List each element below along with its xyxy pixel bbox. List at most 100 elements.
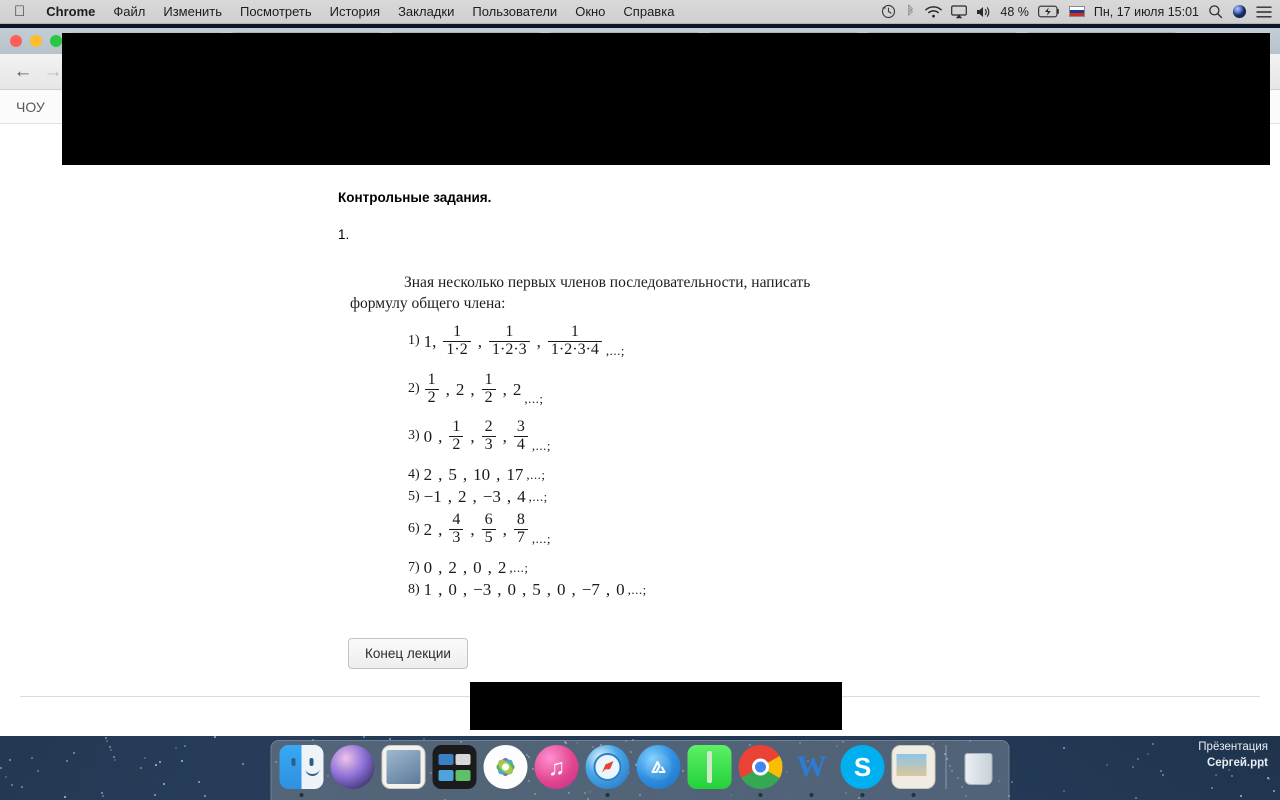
app-store-icon	[636, 745, 681, 789]
sequence-item: 3) 0, 1 2, 2 3, 3 4,...;	[408, 418, 551, 454]
trash-icon	[957, 745, 1001, 789]
fraction-denominator: 2	[449, 435, 464, 454]
wallpaper-star	[101, 795, 104, 798]
battery-percent-label: 48 %	[1000, 4, 1029, 19]
sequence-ellipsis: ,...;	[524, 390, 544, 406]
sequence-term: ,	[502, 519, 507, 539]
wifi-icon[interactable]	[925, 5, 943, 19]
wallpaper-star	[1147, 752, 1150, 755]
minimize-window-button[interactable]	[30, 35, 42, 47]
sequence-term: 2	[497, 558, 507, 577]
dock-item-archiver[interactable]	[687, 745, 732, 789]
end-lecture-button[interactable]: Конец лекции	[348, 638, 468, 669]
wallpaper-star	[1011, 781, 1014, 784]
sequence-term: 5	[532, 580, 541, 599]
sequence-ellipsis: ,...;	[605, 342, 626, 358]
dock-item-siri[interactable]	[330, 745, 375, 789]
menu-bar-clock[interactable]: Пн, 17 июля 15:01	[1094, 5, 1199, 19]
archive-utility-icon	[687, 745, 732, 789]
back-arrow-icon[interactable]: ←	[8, 62, 38, 81]
close-window-button[interactable]	[10, 35, 22, 47]
wallpaper-star	[1131, 766, 1134, 769]
bluetooth-icon[interactable]	[905, 4, 916, 19]
dock-item-app-store[interactable]	[636, 745, 681, 789]
dock-item-word[interactable]: W	[790, 745, 834, 797]
dock-item-itunes[interactable]: ♫	[534, 745, 579, 789]
maximize-window-button[interactable]	[50, 35, 62, 47]
time-machine-icon[interactable]	[881, 4, 896, 19]
fraction-numerator: 1	[452, 418, 461, 435]
sequence-term: ,	[506, 487, 512, 506]
dock-item-photos[interactable]	[483, 745, 528, 789]
wallpaper-star	[144, 757, 147, 759]
wallpaper-star	[1230, 774, 1233, 777]
sequence-term: 0	[616, 580, 625, 599]
sequence-term: ,	[487, 558, 492, 577]
russian-flag-icon[interactable]	[1068, 6, 1085, 17]
wallpaper-star	[64, 796, 67, 799]
sequence-term: ,	[497, 580, 502, 599]
menu-item-window[interactable]: Окно	[566, 0, 614, 24]
sequence-ellipsis: ,...;	[627, 582, 647, 597]
sequence-term: ,	[496, 465, 501, 484]
sequence-term: 0	[423, 558, 433, 577]
wallpaper-star	[184, 745, 187, 748]
volume-icon[interactable]	[976, 5, 991, 19]
dock-item-mission-control[interactable]	[432, 745, 477, 789]
menu-item-chrome[interactable]: Chrome	[37, 0, 104, 24]
sequence-item-label: 5)	[408, 488, 420, 504]
menu-item-file[interactable]: Файл	[104, 0, 154, 24]
running-indicator	[860, 793, 865, 797]
wallpaper-star	[1239, 795, 1242, 798]
wallpaper-star	[110, 749, 113, 752]
sequence-term: ,	[438, 465, 443, 484]
sequence-term: ,	[470, 519, 475, 539]
dock-item-trash[interactable]	[957, 745, 1001, 789]
sequence-term: −7	[581, 580, 600, 599]
sequence-term: ,	[438, 558, 443, 577]
menu-item-view[interactable]: Посмотреть	[231, 0, 321, 24]
watermark-line-2: Сергей.ppt	[1206, 757, 1268, 770]
control-center-icon[interactable]	[1256, 5, 1272, 19]
search-icon[interactable]	[1208, 4, 1223, 19]
menu-item-users[interactable]: Пользователи	[463, 0, 566, 24]
instruction-line-1: Зная несколько первых членов последовате…	[404, 274, 811, 291]
dock-item-mail[interactable]	[381, 745, 426, 789]
menu-item-help[interactable]: Справка	[614, 0, 683, 24]
dock-item-chrome[interactable]	[738, 745, 783, 797]
bookmark-item[interactable]: ЧОУ	[16, 99, 45, 115]
sequence-term: ,	[445, 379, 450, 399]
fraction-denominator: 1·2	[443, 340, 471, 359]
wallpaper-star	[114, 758, 117, 761]
fraction: 34	[513, 418, 528, 454]
airplay-icon[interactable]	[951, 4, 968, 19]
sequence-item: 4) 2, 5, 10, 17,...;	[408, 466, 546, 483]
apple-menu-icon[interactable]: 	[0, 4, 37, 19]
siri-icon[interactable]	[1232, 4, 1247, 19]
battery-charging-icon[interactable]	[1037, 5, 1060, 18]
dock-item-safari[interactable]	[585, 745, 630, 797]
wallpaper-star	[139, 766, 142, 769]
dock-item-preview[interactable]	[891, 745, 936, 797]
sequence-term: 0	[473, 558, 482, 577]
fraction-numerator: 1	[427, 371, 436, 388]
menu-item-history[interactable]: История	[321, 0, 389, 24]
sequence-ellipsis: ,...;	[526, 467, 546, 482]
redaction-block-bottom	[470, 682, 842, 730]
dock-item-finder[interactable]	[279, 745, 324, 797]
presentation-watermark: Прёзентация Сергей.ppt	[1198, 739, 1268, 772]
sequence-term: ,	[447, 487, 453, 506]
sequence-term: ,	[477, 331, 482, 351]
dock-item-skype[interactable]: S	[840, 745, 885, 797]
fraction-denominator: 1·2·3	[489, 340, 530, 359]
menu-item-edit[interactable]: Изменить	[154, 0, 231, 24]
dock-divider	[945, 745, 947, 789]
wallpaper-star	[72, 752, 75, 755]
wallpaper-star	[154, 764, 157, 767]
fraction-numerator: 1	[484, 371, 493, 388]
sequence-term: 1	[423, 580, 433, 599]
watermark-line-1: Прёзентация	[1198, 740, 1268, 753]
wallpaper-star	[1063, 789, 1066, 792]
menu-item-bookmarks[interactable]: Закладки	[389, 0, 463, 24]
sequence-term: 4	[517, 487, 526, 506]
